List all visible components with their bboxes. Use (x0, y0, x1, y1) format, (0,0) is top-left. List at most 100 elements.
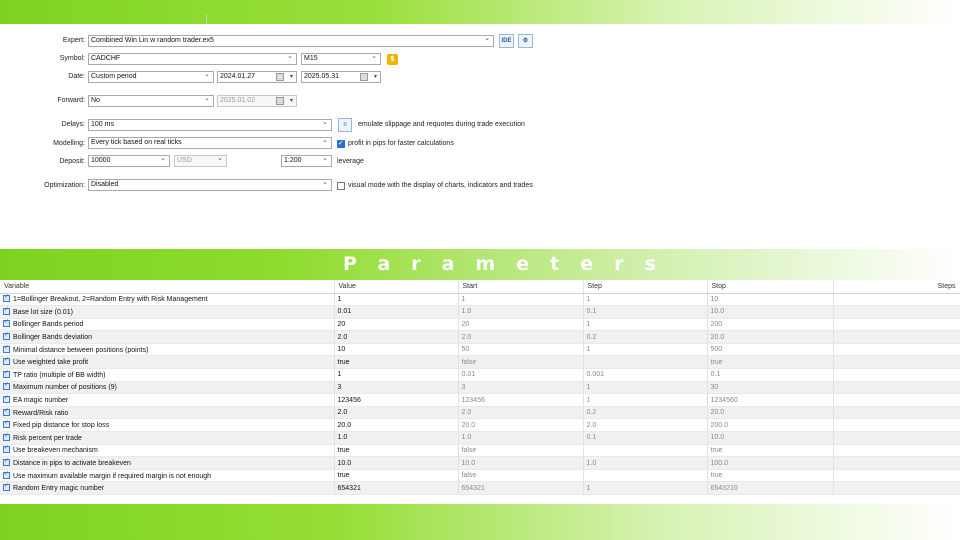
calendar-icon[interactable] (276, 73, 284, 81)
param-steps-cell[interactable] (833, 330, 960, 344)
param-stop-cell[interactable]: true (707, 469, 834, 483)
param-stop-cell[interactable]: 6543210 (707, 481, 834, 495)
param-step-cell[interactable]: 1 (583, 343, 708, 357)
param-start-cell[interactable]: 50 (458, 343, 584, 357)
header-steps[interactable]: Steps (833, 281, 960, 294)
table-row[interactable]: Maximum number of positions (9) 3 3 1 30 (0, 381, 960, 395)
param-value-cell[interactable]: 1 (334, 368, 459, 382)
param-value-cell[interactable]: 1.0 (334, 431, 459, 445)
param-step-cell[interactable]: 0.001 (583, 368, 708, 382)
symbol-select[interactable]: CADCHF (88, 52, 297, 65)
optimization-select[interactable]: Disabled (88, 178, 332, 191)
param-start-cell[interactable]: false (458, 469, 584, 483)
calendar-icon[interactable] (360, 73, 368, 81)
param-step-cell[interactable]: 1 (583, 481, 708, 495)
param-start-cell[interactable]: 2.0 (458, 330, 584, 344)
header-variable[interactable]: Variable (0, 281, 335, 294)
param-stop-cell[interactable]: true (707, 355, 834, 370)
param-step-cell[interactable]: 0.1 (583, 305, 708, 319)
param-value-cell[interactable]: 20 (334, 318, 459, 332)
param-start-cell[interactable]: false (458, 444, 584, 458)
param-steps-cell[interactable] (833, 305, 960, 319)
param-start-cell[interactable]: 2.0 (458, 406, 584, 420)
param-steps-cell[interactable] (833, 368, 960, 382)
param-start-cell[interactable]: 1.0 (458, 431, 584, 445)
param-stop-cell[interactable]: 20.0 (707, 330, 834, 344)
param-stop-cell[interactable]: 1234560 (707, 393, 834, 407)
param-steps-cell[interactable] (833, 355, 960, 370)
table-row[interactable]: Use weighted take profit true false true (0, 355, 960, 370)
param-enable-checkbox[interactable] (3, 369, 10, 378)
param-enable-checkbox[interactable] (3, 318, 10, 328)
header-stop[interactable]: Stop (707, 281, 834, 294)
visual-mode-checkbox[interactable] (337, 182, 345, 190)
param-stop-cell[interactable]: 10.0 (707, 431, 834, 445)
param-start-cell[interactable]: 1 (458, 293, 584, 307)
table-row[interactable]: Base lot size (0.01) 0.01 1.0 0.1 10.0 (0, 305, 960, 319)
date-to-field[interactable]: 2025.05.31 ▾ (301, 71, 381, 83)
param-start-cell[interactable]: false (458, 355, 584, 370)
param-value-cell[interactable]: 654321 (334, 481, 459, 495)
param-steps-cell[interactable] (833, 481, 960, 495)
param-enable-checkbox[interactable] (3, 331, 10, 341)
table-row[interactable]: 1=Bollinger Breakout, 2=Random Entry wit… (0, 293, 960, 307)
param-start-cell[interactable]: 123456 (458, 393, 584, 407)
param-step-cell[interactable] (583, 444, 708, 458)
param-value-cell[interactable]: 0.01 (334, 305, 459, 319)
param-value-cell[interactable]: 20.0 (334, 418, 459, 433)
param-steps-cell[interactable] (833, 293, 960, 307)
table-row[interactable]: Use breakeven mechanism true false true (0, 444, 960, 458)
table-row[interactable]: Minimal distance between positions (poin… (0, 343, 960, 357)
table-row[interactable]: Bollinger Bands period 20 20 1 200 (0, 318, 960, 332)
param-step-cell[interactable]: 1 (583, 393, 708, 407)
param-value-cell[interactable]: 2.0 (334, 330, 459, 344)
param-stop-cell[interactable]: 10.0 (707, 305, 834, 319)
header-value[interactable]: Value (334, 281, 459, 294)
param-start-cell[interactable]: 1.0 (458, 305, 584, 319)
date-period-select[interactable]: Custom period (88, 70, 214, 83)
param-value-cell[interactable]: 1 (334, 293, 459, 307)
param-start-cell[interactable]: 0.01 (458, 368, 584, 382)
table-row[interactable]: Random Entry magic number 654321 654321 1 65… (0, 481, 960, 495)
param-value-cell[interactable]: 123456 (334, 393, 459, 407)
param-start-cell[interactable]: 20.0 (458, 418, 584, 433)
param-step-cell[interactable]: 0.1 (583, 431, 708, 445)
param-enable-checkbox[interactable] (3, 306, 10, 315)
param-steps-cell[interactable] (833, 318, 960, 332)
param-stop-cell[interactable]: 0.1 (707, 368, 834, 382)
param-value-cell[interactable]: 3 (334, 381, 459, 395)
param-stop-cell[interactable]: 20.0 (707, 406, 834, 420)
param-step-cell[interactable]: 1.0 (583, 456, 708, 470)
table-row[interactable]: Reward/Risk ratio 2.0 2.0 0.2 20.0 (0, 406, 960, 420)
param-step-cell[interactable]: 0.2 (583, 330, 708, 344)
param-steps-cell[interactable] (833, 343, 960, 357)
timeframe-select[interactable]: M15 (301, 52, 381, 65)
date-from-field[interactable]: 2024.01.27 ▾ (217, 71, 297, 83)
modelling-select[interactable]: Every tick based on real ticks (88, 136, 332, 149)
param-step-cell[interactable]: 2.0 (583, 418, 708, 433)
param-stop-cell[interactable]: 200 (707, 318, 834, 332)
param-steps-cell[interactable] (833, 469, 960, 483)
param-value-cell[interactable]: 2.0 (334, 406, 459, 420)
deposit-select[interactable]: 10000 (88, 154, 170, 167)
param-steps-cell[interactable] (833, 418, 960, 433)
table-row[interactable]: EA magic number 123456 123456 1 1234560 (0, 393, 960, 407)
param-stop-cell[interactable]: 500 (707, 343, 834, 357)
profit-in-pips-checkbox[interactable] (337, 139, 345, 148)
param-enable-checkbox[interactable] (3, 394, 10, 404)
param-step-cell[interactable]: 1 (583, 318, 708, 332)
param-enable-checkbox[interactable] (3, 381, 10, 391)
param-steps-cell[interactable] (833, 406, 960, 420)
table-row[interactable]: Use maximum available margin if required… (0, 469, 960, 483)
param-start-cell[interactable]: 3 (458, 381, 584, 395)
table-row[interactable]: Fixed pip distance for stop loss 20.0 20.0… (0, 418, 960, 433)
delays-select[interactable]: 100 ms (88, 118, 332, 131)
param-value-cell[interactable]: 10 (334, 343, 459, 357)
leverage-select[interactable]: 1:200 (281, 154, 332, 167)
param-enable-checkbox[interactable] (3, 407, 10, 416)
param-start-cell[interactable]: 10.0 (458, 456, 584, 470)
table-row[interactable]: Risk percent per trade 1.0 1.0 0.1 10.0 (0, 431, 960, 445)
param-enable-checkbox[interactable] (3, 482, 10, 492)
param-step-cell[interactable]: 0.2 (583, 406, 708, 420)
param-enable-checkbox[interactable] (3, 419, 10, 429)
